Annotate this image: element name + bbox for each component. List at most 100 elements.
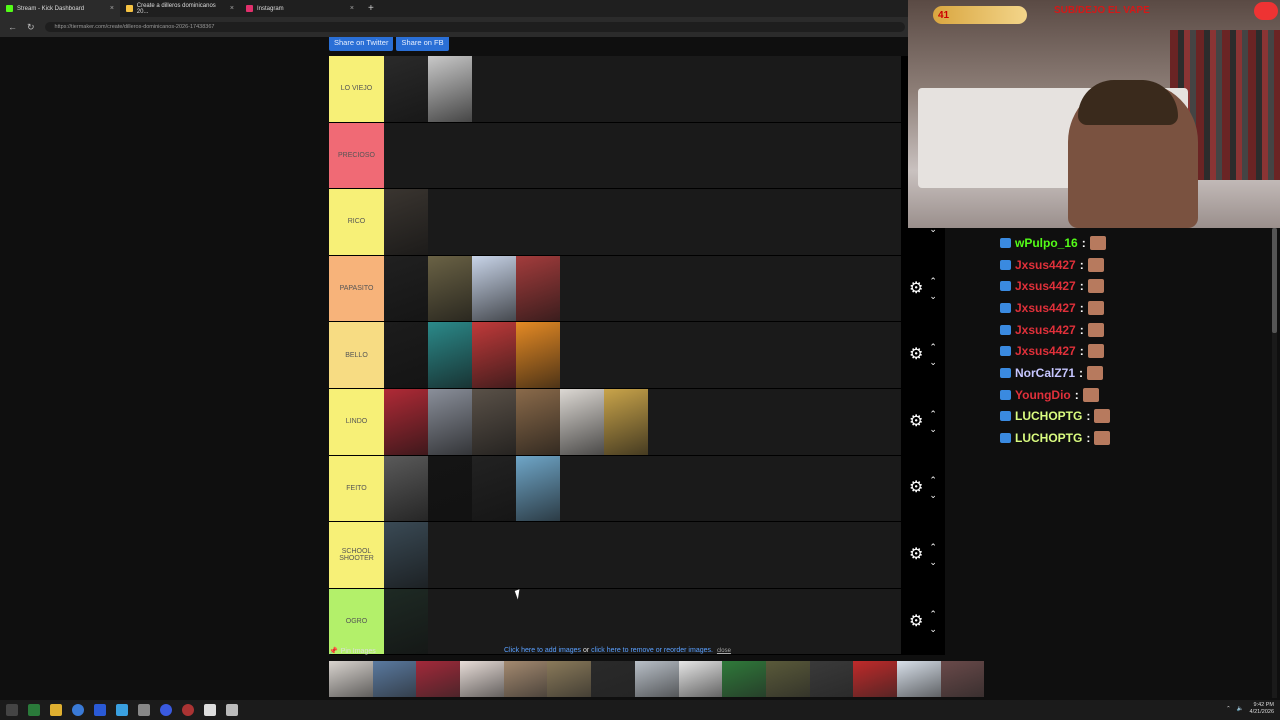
tier-image[interactable] bbox=[516, 455, 560, 522]
close-icon[interactable]: × bbox=[110, 5, 114, 12]
chevron-up-icon[interactable]: ⌃ bbox=[929, 607, 937, 622]
app-icon[interactable] bbox=[226, 704, 238, 716]
app-icon[interactable] bbox=[160, 704, 172, 716]
gear-icon[interactable]: ⚙ bbox=[909, 347, 923, 363]
app-icon[interactable] bbox=[204, 704, 216, 716]
add-images-link[interactable]: Click here to add images bbox=[504, 647, 581, 654]
app-icon[interactable] bbox=[94, 704, 106, 716]
chevron-down-icon[interactable]: ⌄ bbox=[929, 422, 937, 437]
chevron-up-icon[interactable]: ⌃ bbox=[929, 540, 937, 555]
clock[interactable]: 9:42 PM 4/21/2026 bbox=[1250, 702, 1274, 716]
tier-image[interactable] bbox=[516, 255, 560, 322]
chat-username[interactable]: Jxsus4427 bbox=[1015, 344, 1076, 358]
pool-image[interactable] bbox=[722, 661, 766, 697]
tier-image[interactable] bbox=[428, 255, 472, 322]
chevron-up-icon[interactable]: ⌃ bbox=[929, 340, 937, 355]
chevron-up-icon[interactable]: ⌃ bbox=[929, 473, 937, 488]
tier-image[interactable] bbox=[428, 455, 472, 522]
reload-icon[interactable]: ↻ bbox=[27, 22, 35, 33]
gear-icon[interactable]: ⚙ bbox=[909, 280, 923, 297]
url-field[interactable]: https://tiermaker.com/create/dilleros-do… bbox=[44, 22, 905, 32]
tier-label[interactable]: BELLO bbox=[329, 322, 384, 388]
chevron-up-icon[interactable]: ⌃ bbox=[929, 407, 937, 422]
chat-username[interactable]: Jxsus4427 bbox=[1015, 258, 1076, 272]
tier-image[interactable] bbox=[384, 455, 428, 522]
tier-label[interactable]: PRECIOSO bbox=[329, 122, 384, 189]
tier-image[interactable] bbox=[472, 455, 516, 522]
tier-image[interactable] bbox=[472, 388, 516, 455]
pin-images-toggle[interactable]: 📌 Pin Images bbox=[329, 647, 376, 655]
pool-image[interactable] bbox=[765, 661, 810, 697]
chrome-icon[interactable] bbox=[72, 704, 84, 716]
chat-username[interactable]: wPulpo_16 bbox=[1015, 236, 1078, 250]
tier-image[interactable] bbox=[384, 255, 428, 322]
task-view-icon[interactable] bbox=[6, 704, 18, 716]
file-explorer-icon[interactable] bbox=[50, 704, 62, 716]
tier-image[interactable] bbox=[384, 56, 428, 122]
tab-instagram[interactable]: Instagram × bbox=[240, 0, 360, 17]
chevron-down-icon[interactable]: ⌄ bbox=[929, 622, 937, 637]
tier-label[interactable]: FEITO bbox=[329, 455, 384, 522]
chat-username[interactable]: Jxsus4427 bbox=[1015, 279, 1076, 293]
pool-image[interactable] bbox=[634, 661, 679, 697]
back-icon[interactable]: ← bbox=[8, 22, 17, 32]
share-fb-button[interactable]: Share on FB bbox=[396, 37, 449, 51]
gear-icon[interactable]: ⚙ bbox=[909, 480, 923, 496]
tier-image[interactable] bbox=[428, 56, 472, 122]
pool-image[interactable] bbox=[503, 661, 548, 697]
pool-image[interactable] bbox=[416, 661, 461, 697]
gear-icon[interactable]: ⚙ bbox=[909, 546, 923, 563]
scrollbar-thumb[interactable] bbox=[1272, 228, 1277, 333]
pool-image[interactable] bbox=[591, 661, 635, 697]
pool-image[interactable] bbox=[896, 661, 941, 697]
pool-image[interactable] bbox=[372, 661, 417, 697]
chat-username[interactable]: Jxsus4427 bbox=[1015, 323, 1076, 337]
tier-image[interactable] bbox=[384, 522, 428, 588]
page-scrollbar[interactable] bbox=[1272, 228, 1277, 698]
new-tab-button[interactable]: + bbox=[368, 3, 374, 14]
tier-image[interactable] bbox=[516, 322, 560, 388]
chat-username[interactable]: YoungDio bbox=[1015, 388, 1071, 402]
app-icon[interactable] bbox=[116, 704, 128, 716]
app-icon[interactable] bbox=[28, 704, 40, 716]
chat-username[interactable]: Jxsus4427 bbox=[1015, 301, 1076, 315]
chat-username[interactable]: LUCHOPTG bbox=[1015, 409, 1082, 423]
chevron-down-icon[interactable]: ⌄ bbox=[929, 555, 937, 570]
tray-chevron-icon[interactable]: ⌃ bbox=[1226, 706, 1231, 712]
tier-label[interactable]: SCHOOL SHOOTER bbox=[329, 522, 384, 588]
tier-label[interactable]: PAPASITO bbox=[329, 255, 384, 322]
chevron-down-icon[interactable]: ⌄ bbox=[929, 289, 937, 304]
pool-image[interactable] bbox=[853, 661, 897, 697]
tab-kick-dashboard[interactable]: Stream - Kick Dashboard × bbox=[0, 0, 120, 17]
obs-icon[interactable] bbox=[182, 704, 194, 716]
share-twitter-button[interactable]: Share on Twitter bbox=[329, 37, 394, 51]
close-link[interactable]: close bbox=[717, 648, 731, 654]
tier-image[interactable] bbox=[604, 388, 648, 455]
volume-icon[interactable]: 🔈 bbox=[1237, 706, 1244, 712]
pool-image[interactable] bbox=[809, 661, 854, 697]
pool-image[interactable] bbox=[329, 661, 373, 697]
gear-icon[interactable]: ⚙ bbox=[909, 413, 923, 430]
close-icon[interactable]: × bbox=[230, 5, 234, 12]
gear-icon[interactable]: ⚙ bbox=[909, 613, 923, 630]
tier-image[interactable] bbox=[384, 189, 428, 255]
chevron-down-icon[interactable]: ⌄ bbox=[929, 488, 937, 503]
chevron-down-icon[interactable]: ⌄ bbox=[929, 355, 937, 370]
tier-label[interactable]: LO VIEJO bbox=[329, 56, 384, 122]
pool-image[interactable] bbox=[460, 661, 504, 697]
chat-username[interactable]: NorCalZ71 bbox=[1015, 366, 1075, 380]
tier-image[interactable] bbox=[384, 322, 428, 388]
app-icon[interactable] bbox=[138, 704, 150, 716]
close-icon[interactable]: × bbox=[350, 5, 354, 12]
tier-image[interactable] bbox=[428, 322, 472, 388]
tier-image[interactable] bbox=[516, 388, 560, 455]
pool-image[interactable] bbox=[940, 661, 985, 697]
tier-image[interactable] bbox=[472, 255, 516, 322]
tier-label[interactable]: LINDO bbox=[329, 388, 384, 455]
chat-username[interactable]: LUCHOPTG bbox=[1015, 431, 1082, 445]
tier-label[interactable]: RICO bbox=[329, 189, 384, 255]
tier-image[interactable] bbox=[384, 388, 428, 455]
pool-image[interactable] bbox=[678, 661, 723, 697]
chevron-up-icon[interactable]: ⌃ bbox=[929, 274, 937, 289]
tier-image[interactable] bbox=[560, 388, 604, 455]
